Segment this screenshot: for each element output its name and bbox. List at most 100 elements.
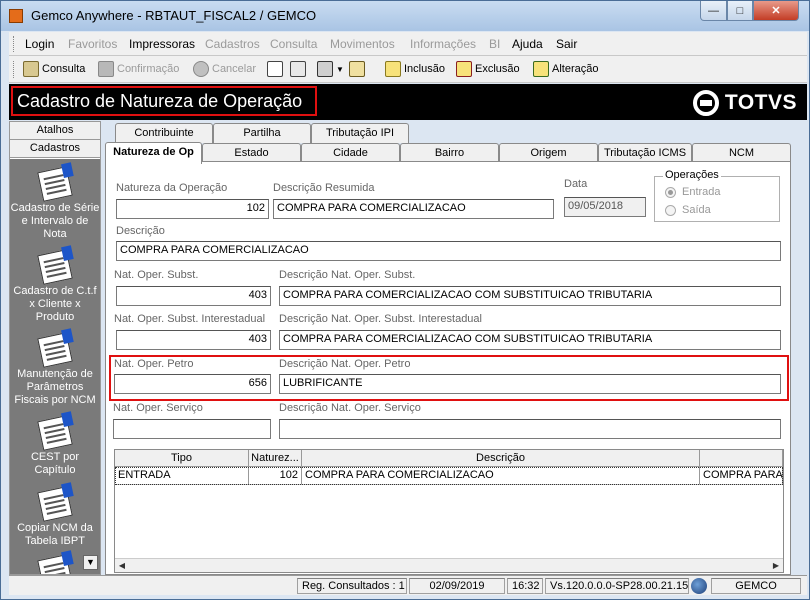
form-header: Cadastro de Natureza de Operação TOTVS — [9, 84, 807, 120]
tab-ncm[interactable]: NCM — [692, 143, 791, 163]
scroll-down-button[interactable]: ▼ — [83, 555, 98, 570]
desc-resumida-label: Descrição Resumida — [273, 182, 375, 194]
shortcut-label: Cadastro de C.t.f x Cliente x Produto — [13, 285, 97, 323]
consulta-button[interactable]: Consulta — [23, 59, 85, 79]
menu-impressoras[interactable]: Impressoras — [129, 37, 195, 51]
globe-icon — [691, 578, 707, 594]
menu-sair[interactable]: Sair — [556, 37, 577, 51]
document-icon — [37, 486, 73, 522]
subst-inter-desc-field[interactable]: COMPRA PARA COMERCIALIZACAO COM SUBSTITU… — [279, 330, 781, 350]
consulta-label: Consulta — [42, 63, 86, 75]
status-bar: Reg. Consultados : 1 02/09/2019 16:32 Vs… — [9, 575, 807, 595]
status-date: 02/09/2019 — [409, 578, 505, 594]
operacoes-group: Operações Entrada Saída — [654, 169, 780, 222]
shortcut-cest[interactable]: CEST por Capítulo — [10, 415, 100, 477]
tab-bairro[interactable]: Bairro — [400, 143, 499, 163]
printer-icon — [317, 61, 333, 77]
subst-field[interactable]: 403 — [116, 286, 271, 306]
atalhos-header[interactable]: Atalhos — [10, 122, 100, 140]
natureza-field[interactable]: 102 — [116, 199, 269, 219]
grid-cell-natureza[interactable]: 102 — [249, 467, 302, 485]
title-bar[interactable]: Gemco Anywhere - RBTAUT_FISCAL2 / GEMCO … — [1, 1, 809, 31]
radio-unchecked-icon — [665, 204, 676, 216]
export-button[interactable] — [290, 59, 309, 79]
subst-inter-desc-label: Descrição Nat. Oper. Subst. Interestadua… — [279, 313, 482, 325]
scroll-right-icon[interactable]: ▶ — [770, 560, 782, 572]
cancelar-button[interactable]: Cancelar — [193, 59, 256, 79]
minimize-button[interactable]: — — [700, 1, 727, 21]
servico-label: Nat. Oper. Serviço — [113, 402, 203, 414]
petro-desc-field[interactable]: LUBRIFICANTE — [279, 374, 781, 394]
shortcut-label: Copiar NCM da Tabela IBPT — [17, 522, 93, 547]
menu-movimentos[interactable]: Movimentos — [330, 37, 395, 51]
toolbar: Consulta Confirmação Cancelar ▼ Inclusão — [9, 56, 807, 83]
exclusao-button[interactable]: Exclusão — [456, 59, 520, 79]
tab-cidade[interactable]: Cidade — [301, 143, 400, 163]
document-icon — [37, 249, 73, 285]
operacoes-label: Operações — [663, 169, 721, 181]
shortcut-serie-intervalo[interactable]: Cadastro de Série e Intervalo de Nota — [10, 166, 100, 241]
menu-ajuda[interactable]: Ajuda — [512, 37, 543, 51]
scroll-left-icon[interactable]: ◀ — [116, 560, 128, 572]
saida-radio[interactable]: Saída — [665, 204, 711, 216]
natureza-op-panel: Natureza da Operação 102 Descrição Resum… — [105, 161, 791, 575]
totvs-logo-text: TOTVS — [724, 91, 797, 114]
new-document-icon — [267, 61, 283, 77]
print-button[interactable]: ▼ — [317, 59, 344, 79]
grid-cell-extra[interactable]: COMPRA PARA — [700, 467, 783, 485]
natureza-label: Natureza da Operação — [116, 182, 228, 194]
cancel-icon — [193, 61, 209, 77]
toolbar-grip — [13, 61, 16, 78]
grid-cell-tipo[interactable]: ENTRADA — [115, 467, 249, 485]
tab-tributacao-icms[interactable]: Tributação ICMS — [598, 143, 692, 163]
shortcut-ctf-cliente[interactable]: Cadastro de C.t.f x Cliente x Produto — [10, 249, 100, 324]
grid-cell-descricao[interactable]: COMPRA PARA COMERCIALIZACAO — [302, 467, 700, 485]
tab-natureza-op[interactable]: Natureza de Op — [105, 142, 202, 164]
shortcut-copiar-ncm[interactable]: Copiar NCM da Tabela IBPT — [10, 486, 100, 548]
menu-bi[interactable]: BI — [489, 37, 500, 51]
menu-cadastros[interactable]: Cadastros — [205, 37, 260, 51]
add-icon — [385, 61, 401, 77]
exclusao-label: Exclusão — [475, 63, 520, 75]
menu-informacoes[interactable]: Informações — [410, 37, 476, 51]
close-button[interactable]: ✕ — [753, 1, 799, 21]
alteracao-button[interactable]: Alteração — [533, 59, 598, 79]
subst-inter-field[interactable]: 403 — [116, 330, 271, 350]
grid-header-tipo[interactable]: Tipo — [115, 450, 249, 467]
data-label: Data — [564, 178, 588, 190]
desc-resumida-field[interactable]: COMPRA PARA COMERCIALIZACAO — [273, 199, 554, 219]
shortcut-label: CEST por Capítulo — [30, 451, 80, 476]
new-document-button[interactable] — [267, 59, 286, 79]
tab-estado[interactable]: Estado — [202, 143, 301, 163]
alteracao-label: Alteração — [552, 63, 599, 75]
tools-icon — [349, 61, 365, 77]
grid-horizontal-scrollbar[interactable]: ◀ ▶ — [115, 558, 783, 572]
descricao-field[interactable]: COMPRA PARA COMERCIALIZACAO — [116, 241, 781, 261]
grid-header-descricao[interactable]: Descrição — [302, 450, 700, 467]
subst-desc-field[interactable]: COMPRA PARA COMERCIALIZACAO COM SUBSTITU… — [279, 286, 781, 306]
export-icon — [290, 61, 306, 77]
servico-field[interactable] — [113, 419, 271, 439]
document-icon — [37, 554, 73, 574]
app-icon — [9, 9, 23, 23]
radio-checked-icon — [665, 186, 676, 198]
menu-login[interactable]: Login — [25, 37, 54, 51]
status-reg-consultados: Reg. Consultados : 1 — [297, 578, 407, 594]
menu-favoritos[interactable]: Favoritos — [68, 37, 117, 51]
petro-field[interactable]: 656 — [114, 374, 271, 394]
servico-desc-field[interactable] — [279, 419, 781, 439]
tools-button[interactable] — [349, 59, 368, 79]
menu-consulta[interactable]: Consulta — [270, 37, 317, 51]
cadastros-header[interactable]: Cadastros — [10, 140, 100, 158]
grid-header-natureza[interactable]: Naturez... — [249, 450, 302, 467]
tab-tributacao-ipi[interactable]: Tributação IPI — [311, 123, 409, 143]
entrada-radio[interactable]: Entrada — [665, 186, 721, 198]
shortcut-parametros-ncm[interactable]: Manutenção de Parâmetros Fiscais por NCM — [10, 332, 100, 407]
inclusao-button[interactable]: Inclusão — [385, 59, 445, 79]
confirmacao-button[interactable]: Confirmação — [98, 59, 179, 79]
tab-contribuinte[interactable]: Contribuinte — [115, 123, 213, 143]
maximize-button[interactable]: □ — [727, 1, 753, 21]
tab-partilha[interactable]: Partilha — [213, 123, 311, 143]
grid-header-extra[interactable] — [700, 450, 783, 467]
tab-origem[interactable]: Origem — [499, 143, 598, 163]
